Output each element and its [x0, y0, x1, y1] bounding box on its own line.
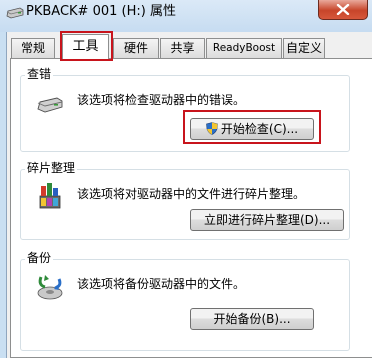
drive-icon — [37, 97, 63, 116]
window-title: PKBACK# 001 (H:) 属性 — [26, 4, 176, 19]
tab-label: ReadyBoost — [212, 42, 276, 54]
tab-hardware[interactable]: 硬件 — [113, 38, 159, 58]
backup-icon — [35, 273, 65, 306]
tab-label: 共享 — [170, 41, 195, 55]
defrag-group: 碎片整理 该选项将对驱动器中的文件进行碎片整理。 立即进行碎片整理(D)... — [20, 161, 350, 240]
close-button[interactable] — [318, 0, 368, 20]
title-bar[interactable]: PKBACK# 001 (H:) 属性 — [0, 0, 372, 32]
group-title: 碎片整理 — [25, 161, 78, 175]
tab-highlight-box — [60, 31, 113, 61]
close-icon — [336, 4, 350, 15]
button-label: 开始备份(B)... — [213, 312, 291, 326]
error-check-group: 查错 该选项将检查驱动器中的错误。 开始检查(C)... — [20, 67, 350, 152]
button-label: 立即进行碎片整理(D)... — [203, 213, 331, 227]
backup-group: 备份 该选项将备份驱动器中的文件。 开始备份(B)... — [20, 251, 350, 351]
dialog-body: 常规 工具 硬件 共享 ReadyBoost 自定义 查错 该选项将检查驱动器中… — [6, 31, 372, 358]
tab-readyboost[interactable]: ReadyBoost — [206, 38, 282, 58]
drive-icon — [6, 7, 24, 19]
group-description: 该选项将检查驱动器中的错误。 — [77, 93, 246, 107]
backup-now-button[interactable]: 开始备份(B)... — [190, 308, 314, 330]
tab-label: 自定义 — [285, 41, 322, 55]
tab-label: 硬件 — [123, 41, 148, 55]
tab-general[interactable]: 常规 — [11, 38, 55, 58]
button-highlight-box — [183, 110, 321, 144]
tab-sharing[interactable]: 共享 — [160, 38, 205, 58]
defrag-icon — [38, 182, 64, 213]
tab-page-tools: 查错 该选项将检查驱动器中的错误。 开始检查(C)... 碎片整理 该选项将对驱… — [10, 58, 372, 358]
group-description: 该选项将备份驱动器中的文件。 — [77, 277, 246, 291]
group-title: 查错 — [25, 67, 54, 81]
defragment-now-button[interactable]: 立即进行碎片整理(D)... — [190, 209, 344, 231]
tab-label: 常规 — [20, 41, 45, 55]
group-title: 备份 — [25, 251, 54, 265]
group-description: 该选项将对驱动器中的文件进行碎片整理。 — [77, 187, 306, 201]
tab-customize[interactable]: 自定义 — [283, 38, 325, 58]
